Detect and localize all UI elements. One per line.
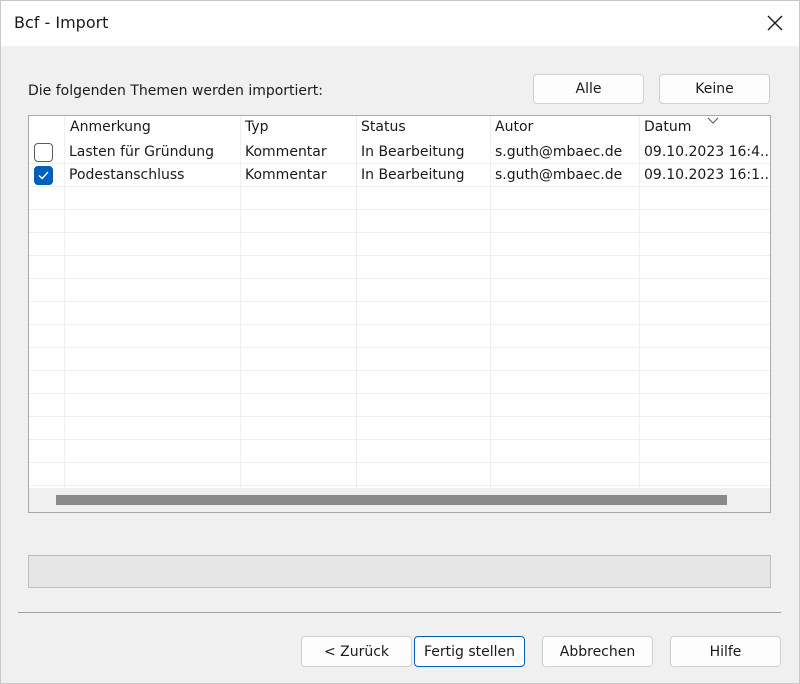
cell-anmerkung: Lasten für Gründung [69, 144, 214, 160]
finish-button[interactable]: Fertig stellen [414, 636, 525, 667]
help-button[interactable]: Hilfe [670, 636, 781, 667]
select-all-button[interactable]: Alle [533, 74, 644, 104]
prompt-label: Die folgenden Themen werden importiert: [28, 83, 324, 99]
dialog-content: Die folgenden Themen werden importiert: … [1, 46, 799, 683]
column-header-status[interactable]: Status [361, 119, 406, 135]
column-header-datum[interactable]: Datum [644, 119, 691, 135]
cell-status: In Bearbeitung [361, 167, 465, 183]
window-title: Bcf - Import [14, 13, 109, 32]
scrollbar-thumb[interactable] [56, 495, 727, 505]
list-header: Anmerkung Typ Status Autor Datum [29, 116, 770, 140]
checkmark-icon [38, 171, 49, 180]
cell-typ: Kommentar [245, 144, 327, 160]
cell-autor: s.guth@mbaec.de [495, 167, 623, 183]
row-checkbox[interactable] [34, 143, 53, 162]
cell-anmerkung: Podestanschluss [69, 167, 185, 183]
progress-bar [28, 555, 771, 588]
select-none-button[interactable]: Keine [659, 74, 770, 104]
column-header-autor[interactable]: Autor [495, 119, 533, 135]
close-button[interactable] [761, 9, 789, 37]
row-checkbox[interactable] [34, 166, 53, 185]
horizontal-scrollbar[interactable] [29, 488, 770, 512]
cancel-button[interactable]: Abbrechen [542, 636, 653, 667]
title-bar: Bcf - Import [1, 1, 799, 46]
column-header-anmerkung[interactable]: Anmerkung [70, 119, 151, 135]
chevron-down-icon [707, 117, 719, 124]
cell-datum: 09.10.2023 16:1... [644, 167, 770, 183]
topics-list[interactable]: Anmerkung Typ Status Autor Datum Lasten … [28, 115, 771, 513]
cell-datum: 09.10.2023 16:4... [644, 144, 770, 160]
cell-autor: s.guth@mbaec.de [495, 144, 623, 160]
cell-typ: Kommentar [245, 167, 327, 183]
separator [18, 612, 781, 613]
table-row[interactable]: Podestanschluss Kommentar In Bearbeitung… [29, 164, 770, 187]
close-icon [767, 15, 783, 31]
table-row[interactable]: Lasten für Gründung Kommentar In Bearbei… [29, 141, 770, 164]
import-dialog: Bcf - Import Die folgenden Themen werden… [0, 0, 800, 684]
cell-status: In Bearbeitung [361, 144, 465, 160]
column-header-typ[interactable]: Typ [245, 119, 269, 135]
back-button[interactable]: < Zurück [301, 636, 412, 667]
